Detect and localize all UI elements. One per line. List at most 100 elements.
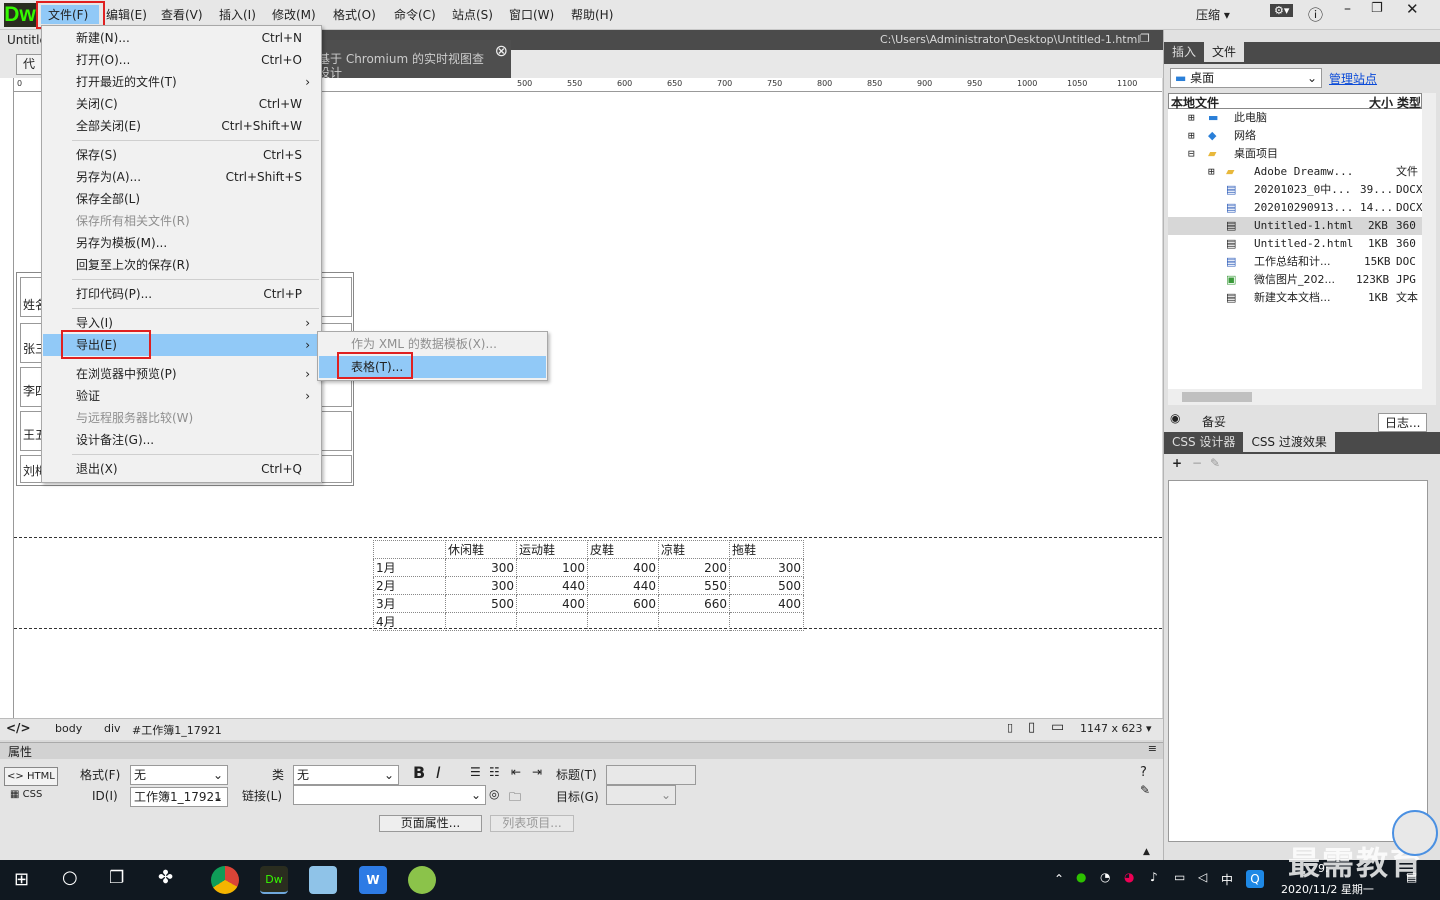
tree-item-file[interactable]: ▣ 微信图片_202... 123KB JPG: [1168, 271, 1422, 289]
table-cell[interactable]: [516, 612, 588, 631]
table-cell[interactable]: 440: [587, 576, 659, 595]
qq-icon[interactable]: ◔: [1100, 870, 1110, 884]
menu-item-save-all[interactable]: 保存全部(L): [43, 188, 320, 210]
vertical-scrollbar[interactable]: [1422, 93, 1436, 389]
tablet-size-icon[interactable]: ▯: [1028, 720, 1035, 735]
menu-help[interactable]: 帮助(H): [571, 6, 613, 23]
table-cell[interactable]: 500: [729, 576, 804, 595]
table-cell[interactable]: 550: [658, 576, 730, 595]
menu-item-print-code[interactable]: 打印代码(P)... Ctrl+P: [43, 283, 320, 305]
collapse-icon[interactable]: ▲: [1143, 847, 1150, 857]
assistant-avatar[interactable]: [1392, 810, 1438, 856]
tree-item-file[interactable]: ▤ Untitled-1.html 2KB 360: [1168, 217, 1422, 235]
browse-folder-icon[interactable]: 🗀: [509, 788, 521, 809]
table-cell[interactable]: 拖鞋: [729, 540, 804, 559]
media-icon[interactable]: [408, 866, 436, 894]
close-notice-icon[interactable]: ⊗: [495, 41, 508, 60]
menu-item-open[interactable]: 打开(O)... Ctrl+O: [43, 49, 320, 71]
table-cell[interactable]: 660: [658, 594, 730, 613]
table-cell[interactable]: 300: [729, 558, 804, 577]
document-tab[interactable]: Untitle: [0, 30, 47, 50]
app-icon[interactable]: ✤: [158, 867, 173, 888]
menu-item-new[interactable]: 新建(N)... Ctrl+N: [43, 27, 320, 49]
table-cell[interactable]: [658, 612, 730, 631]
table-cell[interactable]: 休闲鞋: [445, 540, 517, 559]
sync-settings-icon[interactable]: ⚙▾: [1270, 4, 1294, 17]
tag-body[interactable]: body: [55, 722, 82, 735]
tree-item-desktop-items[interactable]: ⊟ ▰ 桌面项目: [1168, 145, 1422, 163]
volume-icon[interactable]: ◁: [1198, 870, 1207, 884]
class-select[interactable]: 无 ⌄: [293, 765, 399, 785]
remove-transition-icon[interactable]: −: [1192, 456, 1202, 470]
desktop-size-icon[interactable]: ▭: [1051, 719, 1064, 735]
table-cell[interactable]: [373, 540, 446, 559]
tree-item-file[interactable]: ▤ Untitled-2.html 1KB 360: [1168, 235, 1422, 253]
ordered-list-icon[interactable]: ☷: [489, 765, 500, 779]
log-button[interactable]: 日志...: [1378, 413, 1428, 432]
tab-css-designer[interactable]: CSS 设计器: [1164, 432, 1243, 452]
window-size-dropdown[interactable]: 1147 x 623 ▾: [1080, 722, 1152, 735]
tab-insert[interactable]: 插入: [1164, 42, 1204, 62]
dreamweaver-taskbar-icon[interactable]: Dw: [260, 866, 288, 894]
menu-item-close-all[interactable]: 全部关闭(E) Ctrl+Shift+W: [43, 115, 320, 137]
menu-item-save[interactable]: 保存(S) Ctrl+S: [43, 144, 320, 166]
task-view-icon[interactable]: ❐: [109, 868, 124, 888]
menu-insert[interactable]: 插入(I): [219, 6, 256, 23]
transitions-list[interactable]: [1168, 480, 1428, 842]
code-view-button[interactable]: 代码: [16, 54, 42, 75]
table-cell[interactable]: 2月: [373, 576, 446, 595]
link-input[interactable]: ⌄: [293, 785, 486, 805]
table-cell[interactable]: 100: [516, 558, 588, 577]
qq-alt-icon[interactable]: ◕: [1124, 870, 1134, 884]
bold-button[interactable]: B: [413, 763, 425, 782]
table-cell[interactable]: 300: [445, 576, 517, 595]
menu-commands[interactable]: 命令(C): [394, 6, 436, 23]
outdent-icon[interactable]: ⇤: [511, 765, 521, 779]
close-window-icon[interactable]: ✕: [1406, 0, 1419, 18]
edit-transition-icon[interactable]: ✎: [1210, 456, 1220, 470]
notification-icon[interactable]: ♪: [1150, 870, 1158, 884]
tree-item-file[interactable]: ⊞ ▰ Adobe Dreamw... 文件: [1168, 163, 1422, 181]
add-transition-icon[interactable]: +: [1172, 456, 1182, 470]
sales-table[interactable]: 休闲鞋 运动鞋 皮鞋 凉鞋 拖鞋 1月 300 100 400 200 300 …: [373, 540, 804, 631]
table-cell[interactable]: 3月: [373, 594, 446, 613]
table-cell[interactable]: 4月: [373, 612, 446, 631]
menu-modify[interactable]: 修改(M): [272, 6, 316, 23]
table-cell[interactable]: 400: [516, 594, 588, 613]
tab-files[interactable]: 文件: [1204, 42, 1245, 62]
tree-item-file[interactable]: ▤ 新建文本文档... 1KB 文本: [1168, 289, 1422, 307]
table-cell[interactable]: [445, 612, 517, 631]
restore-doc-icon[interactable]: ❐: [1140, 32, 1150, 45]
help-icon[interactable]: ?: [1140, 765, 1147, 780]
panel-menu-icon[interactable]: ≡: [1148, 742, 1157, 755]
menu-format[interactable]: 格式(O): [333, 6, 376, 23]
css-mode-button[interactable]: ▦ CSS: [10, 789, 42, 800]
menu-item-validate[interactable]: 验证 ›: [43, 385, 320, 407]
menu-item-save-as[interactable]: 另存为(A)... Ctrl+Shift+S: [43, 166, 320, 188]
horizontal-scrollbar[interactable]: [1168, 389, 1436, 405]
tab-css-transitions[interactable]: CSS 过渡效果: [1243, 432, 1335, 452]
menu-window[interactable]: 窗口(W): [509, 6, 554, 23]
menu-item-design-notes[interactable]: 设计备注(G)...: [43, 429, 320, 451]
location-select[interactable]: ▬ 桌面 ⌄: [1170, 68, 1322, 88]
menu-item-exit[interactable]: 退出(X) Ctrl+Q: [43, 458, 320, 480]
writer-icon[interactable]: W: [359, 866, 387, 894]
table-cell[interactable]: 运动鞋: [516, 540, 588, 559]
menu-item-close[interactable]: 关闭(C) Ctrl+W: [43, 93, 320, 115]
search-app-icon[interactable]: Q: [1246, 870, 1264, 888]
tree-item-file[interactable]: ▤ 20201023_0中... 39... DOCX: [1168, 181, 1422, 199]
tag-div[interactable]: div: [104, 722, 121, 735]
tree-item-file[interactable]: ▤ 202010290913... 14... DOCX: [1168, 199, 1422, 217]
table-cell[interactable]: 1月: [373, 558, 446, 577]
table-cell[interactable]: 凉鞋: [658, 540, 730, 559]
table-cell[interactable]: 皮鞋: [587, 540, 659, 559]
tag-id[interactable]: #工作簿1_17921: [132, 722, 222, 738]
indent-icon[interactable]: ⇥: [532, 765, 542, 779]
menu-item-save-as-template[interactable]: 另存为模板(M)...: [43, 232, 320, 254]
compress-dropdown[interactable]: 压缩 ▾: [1196, 6, 1230, 23]
restore-icon[interactable]: ❐: [1371, 1, 1383, 16]
page-properties-button[interactable]: 页面属性...: [379, 815, 482, 832]
unordered-list-icon[interactable]: ☰: [470, 765, 481, 779]
table-cell[interactable]: 400: [587, 558, 659, 577]
tray-chevron-icon[interactable]: ⌃: [1054, 872, 1064, 886]
